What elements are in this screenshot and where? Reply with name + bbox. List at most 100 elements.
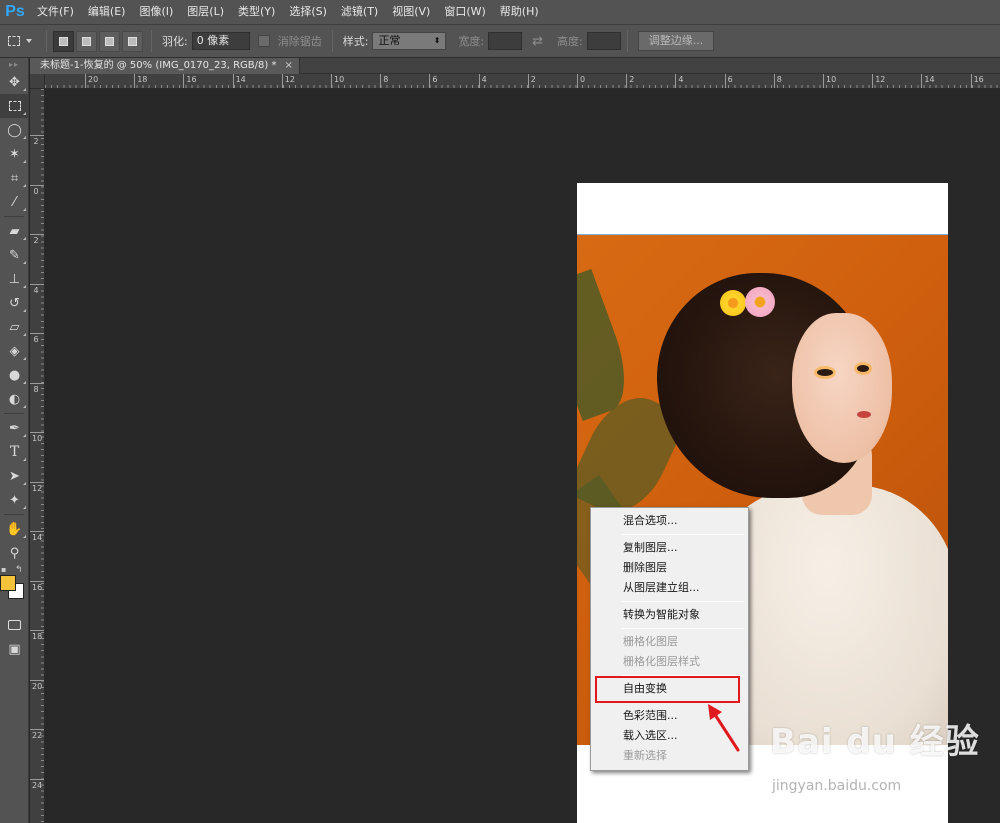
menu-item[interactable]: 文件(F) bbox=[30, 0, 81, 24]
width-label: 宽度: bbox=[458, 35, 485, 48]
ruler-tick bbox=[281, 74, 283, 88]
toolbox-grip[interactable]: ▸▸ bbox=[0, 58, 28, 70]
marquee-tool[interactable] bbox=[0, 94, 29, 118]
crop-tool[interactable]: ⌗ bbox=[0, 166, 29, 190]
lasso-tool[interactable]: ◯ bbox=[0, 118, 29, 142]
clone-stamp-tool[interactable]: ⊥ bbox=[0, 267, 29, 291]
menu-item[interactable]: 编辑(E) bbox=[81, 0, 133, 24]
ruler-tick bbox=[30, 135, 44, 136]
ruler-label: 12 bbox=[32, 483, 43, 493]
pen-tool[interactable]: ✒ bbox=[0, 416, 29, 440]
close-icon[interactable]: × bbox=[284, 58, 292, 74]
arrow-pointer-icon: ➤ bbox=[9, 468, 20, 484]
feather-input[interactable]: 0 像素 bbox=[191, 32, 250, 50]
ruler-tick bbox=[134, 74, 136, 88]
lasso-icon: ◯ bbox=[7, 122, 22, 138]
style-label: 样式: bbox=[342, 35, 369, 48]
ruler-tick bbox=[970, 74, 972, 88]
document-tab[interactable]: 未标题-1-恢复的 @ 50% (IMG_0170_23, RGB/8) * × bbox=[30, 58, 300, 74]
history-brush-tool[interactable]: ↺ bbox=[0, 291, 29, 315]
ruler-label: 2 bbox=[629, 75, 635, 84]
magic-wand-tool[interactable]: ✶ bbox=[0, 142, 29, 166]
menu-item[interactable]: 视图(V) bbox=[385, 0, 437, 24]
horizontal-ruler[interactable]: 20 18 16 14 12 10 8 6 4 2 0 2 4 6 8 10 12 14 16 bbox=[45, 74, 1000, 89]
context-menu-item[interactable]: 删除图层 bbox=[593, 558, 746, 578]
context-menu-item[interactable]: 转换为智能对象 bbox=[593, 605, 746, 625]
menu-item[interactable]: 图层(L) bbox=[180, 0, 231, 24]
new-selection-button[interactable] bbox=[53, 30, 74, 52]
ruler-tick bbox=[527, 74, 529, 88]
ruler-label: 4 bbox=[481, 75, 487, 84]
hand-tool[interactable]: ✋ bbox=[0, 517, 29, 541]
menu-item[interactable]: 选择(S) bbox=[282, 0, 334, 24]
style-select[interactable]: 正常 ⬍ bbox=[372, 32, 447, 50]
context-menu-item[interactable]: 复制图层... bbox=[593, 538, 746, 558]
ruler-label: 12 bbox=[875, 75, 886, 84]
document-tab-bar: 未标题-1-恢复的 @ 50% (IMG_0170_23, RGB/8) * × bbox=[30, 58, 1000, 74]
ruler-tick bbox=[380, 74, 382, 88]
foreground-color-swatch[interactable] bbox=[0, 575, 16, 591]
ruler-label: 8 bbox=[776, 75, 782, 84]
antialias-label: 消除锯齿 bbox=[277, 35, 322, 48]
watermark-logo: Bai du 经验 bbox=[770, 722, 980, 762]
swap-dimensions-icon[interactable]: ⇄ bbox=[532, 34, 543, 49]
ruler-tick bbox=[823, 74, 824, 88]
context-menu-item: 栅格化图层 bbox=[623, 635, 678, 648]
ruler-tick bbox=[30, 630, 44, 631]
context-menu-item[interactable]: 混合选项... bbox=[593, 511, 746, 531]
feather-label: 羽化: bbox=[162, 35, 188, 48]
pink-flower bbox=[745, 287, 775, 317]
tool-preset-picker[interactable] bbox=[0, 28, 40, 54]
menu-bar: Ps 文件(F) 编辑(E) 图像(I) 图层(L) 类型(Y) 选择(S) 滤镜(T) 视图… bbox=[0, 0, 1000, 24]
pen-icon: ✒ bbox=[9, 420, 20, 436]
eyedropper-tool[interactable]: ⁄ bbox=[0, 190, 29, 214]
default-colors-icon[interactable]: ▪ bbox=[1, 565, 6, 574]
intersect-selection-button[interactable] bbox=[122, 30, 143, 52]
menu-item[interactable]: 类型(Y) bbox=[231, 0, 282, 24]
screen-mode-button[interactable]: ▣ bbox=[0, 637, 29, 661]
width-input[interactable] bbox=[488, 32, 523, 50]
ruler-tick bbox=[478, 74, 480, 88]
eraser-tool[interactable]: ▱ bbox=[0, 315, 29, 339]
quick-mask-button[interactable] bbox=[0, 613, 29, 637]
ruler-label: 2 bbox=[33, 236, 39, 245]
menu-item[interactable]: 图像(I) bbox=[132, 0, 180, 24]
path-selection-tool[interactable]: ➤ bbox=[0, 464, 29, 488]
brush-tool[interactable]: ✎ bbox=[0, 243, 29, 267]
ruler-label: 16 bbox=[186, 75, 197, 84]
menu-item[interactable]: 帮助(H) bbox=[493, 0, 546, 24]
ruler-origin[interactable] bbox=[30, 74, 45, 89]
type-tool[interactable]: T bbox=[0, 440, 29, 464]
add-to-selection-button[interactable] bbox=[76, 30, 97, 52]
refine-edge-button[interactable]: 调整边缘... bbox=[637, 31, 715, 51]
magnifier-icon: ⚲ bbox=[9, 545, 20, 561]
paint-bucket-tool[interactable]: ◈ bbox=[0, 339, 29, 363]
context-menu-item[interactable]: 从图层建立组... bbox=[593, 578, 746, 598]
blur-tool[interactable]: ● bbox=[0, 363, 29, 387]
new-selection-icon bbox=[59, 36, 68, 46]
height-input[interactable] bbox=[586, 32, 621, 50]
ruler-label: 10 bbox=[32, 434, 43, 443]
healing-brush-tool[interactable]: ▰ bbox=[0, 219, 29, 243]
move-tool[interactable]: ✥ bbox=[0, 70, 29, 94]
dodge-tool[interactable]: ◐ bbox=[0, 387, 29, 411]
ruler-tick bbox=[331, 74, 332, 88]
screen-mode-icon: ▣ bbox=[8, 641, 21, 657]
subtract-from-selection-button[interactable] bbox=[99, 30, 120, 52]
zoom-tool[interactable]: ⚲ bbox=[0, 541, 29, 565]
eye bbox=[857, 365, 869, 372]
menu-item[interactable]: 滤镜(T) bbox=[334, 0, 385, 24]
photoshop-logo: Ps bbox=[5, 3, 25, 20]
vertical-ruler[interactable]: 2 0 2 4 6 8 10 12 14 16 18 20 22 24 bbox=[30, 89, 45, 823]
ruler-label: 12 bbox=[284, 75, 295, 84]
custom-shape-tool[interactable]: ✦ bbox=[0, 488, 29, 512]
swap-colors-icon[interactable]: ↰ bbox=[15, 565, 23, 575]
chevron-down-icon bbox=[26, 39, 32, 43]
add-selection-icon bbox=[82, 36, 91, 46]
rectangular-marquee-icon bbox=[8, 36, 20, 46]
ruler-label: 0 bbox=[33, 186, 39, 196]
menu-item[interactable]: 窗口(W) bbox=[437, 0, 492, 24]
antialias-checkbox[interactable] bbox=[257, 35, 270, 47]
ruler-label: 14 bbox=[235, 75, 246, 84]
ruler-label: 8 bbox=[33, 384, 39, 394]
